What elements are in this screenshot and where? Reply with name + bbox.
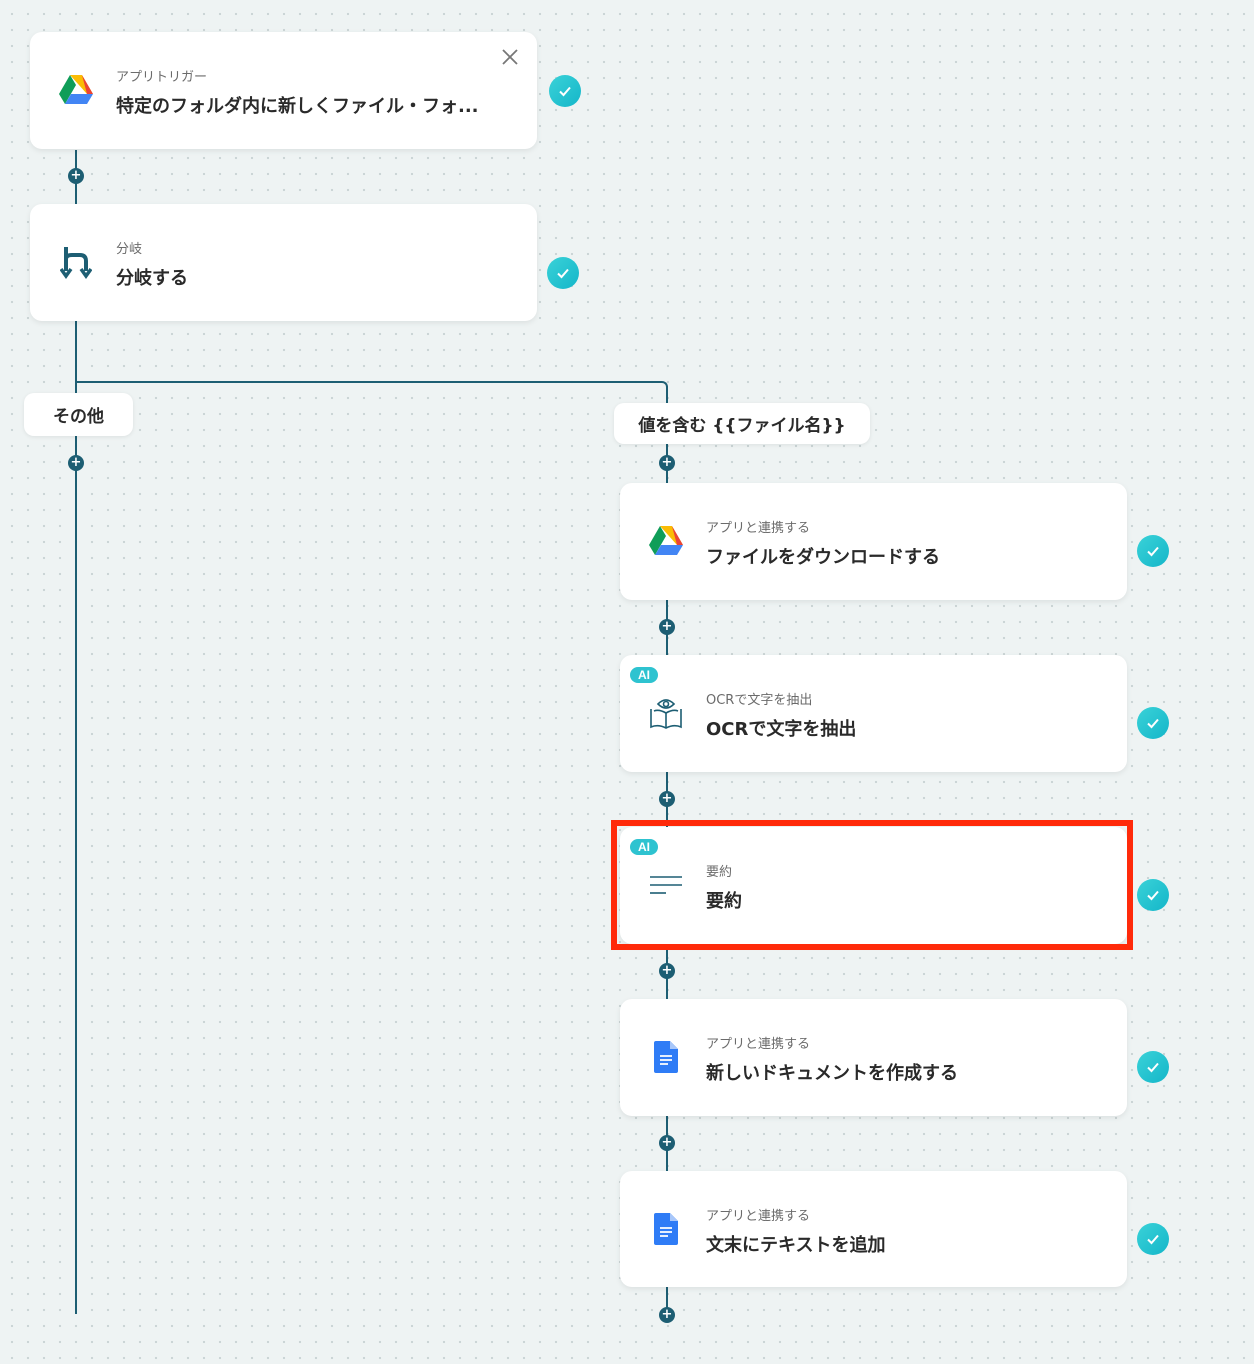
check-icon — [549, 75, 581, 107]
card-subtitle: 要約 — [706, 865, 733, 880]
card-title: 分岐する — [116, 268, 188, 289]
add-step-button[interactable]: + — [659, 455, 675, 471]
summary-lines-icon — [648, 867, 684, 903]
check-icon — [1137, 707, 1169, 739]
check-icon — [1137, 1223, 1169, 1255]
card-subtitle: 分岐 — [116, 242, 143, 257]
card-subtitle: アプリと連携する — [706, 521, 811, 536]
google-docs-icon — [648, 1211, 684, 1247]
step-card-summary[interactable]: AI 要約 要約 — [620, 827, 1127, 944]
trigger-card[interactable]: アプリトリガー 特定のフォルダ内に新しくファイル・フォ... — [30, 32, 537, 149]
step-card-append-text[interactable]: アプリと連携する 文末にテキストを追加 — [620, 1171, 1127, 1287]
google-docs-icon — [648, 1039, 684, 1075]
card-subtitle: アプリトリガー — [116, 70, 208, 85]
check-icon — [1137, 535, 1169, 567]
check-icon — [547, 257, 579, 289]
branch-card[interactable]: 分岐 分岐する — [30, 204, 537, 321]
google-drive-icon — [58, 72, 94, 108]
ocr-book-eye-icon — [648, 695, 684, 731]
card-title: ファイルをダウンロードする — [706, 547, 940, 568]
card-subtitle: OCRで文字を抽出 — [706, 693, 813, 708]
step-card-ocr[interactable]: AI OCRで文字を抽出 OCRで文字を抽出 — [620, 655, 1127, 772]
close-icon[interactable] — [499, 46, 521, 68]
add-step-button[interactable]: + — [659, 791, 675, 807]
branch-label-other[interactable]: その他 — [24, 393, 133, 436]
ai-badge: AI — [630, 839, 658, 855]
add-step-button[interactable]: + — [68, 168, 84, 184]
branch-connector — [76, 381, 668, 405]
branch-icon — [58, 244, 94, 280]
add-step-button[interactable]: + — [659, 1135, 675, 1151]
card-title: 特定のフォルダ内に新しくファイル・フォ... — [116, 96, 479, 117]
card-subtitle: アプリと連携する — [706, 1209, 811, 1224]
step-card-download[interactable]: アプリと連携する ファイルをダウンロードする — [620, 483, 1127, 600]
card-title: OCRで文字を抽出 — [706, 719, 857, 740]
add-step-button[interactable]: + — [659, 619, 675, 635]
card-subtitle: アプリと連携する — [706, 1037, 811, 1052]
check-icon — [1137, 1051, 1169, 1083]
add-step-button[interactable]: + — [659, 963, 675, 979]
add-step-button[interactable]: + — [659, 1307, 675, 1323]
branch-label-condition[interactable]: 値を含む {{ファイル名}} — [614, 403, 870, 444]
google-drive-icon — [648, 523, 684, 559]
add-step-button[interactable]: + — [68, 455, 84, 471]
step-card-create-doc[interactable]: アプリと連携する 新しいドキュメントを作成する — [620, 999, 1127, 1116]
check-icon — [1137, 879, 1169, 911]
card-title: 新しいドキュメントを作成する — [706, 1063, 958, 1084]
ai-badge: AI — [630, 667, 658, 683]
card-title: 要約 — [706, 891, 742, 912]
card-title: 文末にテキストを追加 — [706, 1235, 886, 1256]
